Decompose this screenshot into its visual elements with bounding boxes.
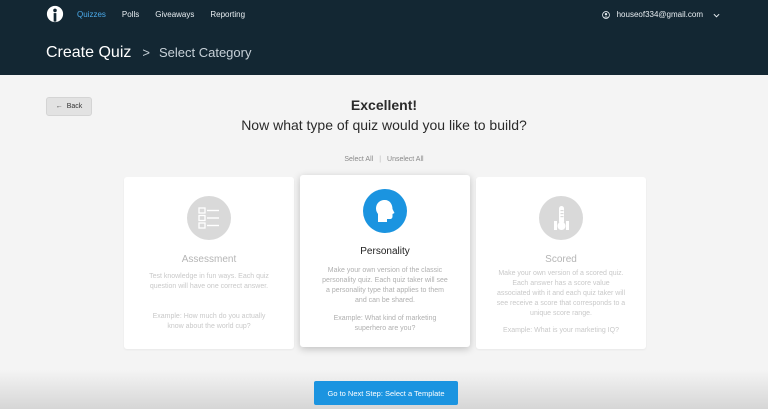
card-description: Make your own version of the classic per… (322, 267, 448, 304)
card-title: Scored (545, 254, 577, 265)
card-description: Make your own version of a scored quiz. … (496, 270, 626, 317)
user-icon (601, 11, 610, 19)
category-card-assessment[interactable]: Assessment Test knowledge in fun ways. E… (124, 177, 294, 349)
category-card-personality[interactable]: Personality Make your own version of the… (300, 175, 470, 347)
card-example: Example: How much do you actually know a… (152, 313, 266, 330)
account-menu[interactable]: houseof334@gmail.com (601, 10, 720, 20)
breadcrumb-current: Select Category (158, 45, 252, 60)
selection-divider: | (379, 156, 382, 163)
thermometer-icon (539, 196, 583, 240)
card-title: Personality (360, 246, 410, 257)
category-card-scored[interactable]: Scored Make your own version of a scored… (476, 177, 646, 349)
next-step-button[interactable]: Go to Next Step: Select a Template (314, 381, 458, 405)
card-title: Assessment (181, 254, 237, 265)
chevron-down-icon (713, 13, 720, 18)
main-nav: Quizzes Polls Giveaways Reporting (77, 10, 261, 20)
selection-links: Select All | Unselect All (0, 156, 768, 163)
heading-excellent: Excellent! (350, 97, 418, 113)
card-description: Test knowledge in fun ways. Each quiz qu… (149, 273, 269, 290)
breadcrumb: Create Quiz > Select Category (46, 44, 251, 62)
account-email: houseof334@gmail.com (616, 10, 703, 19)
checklist-icon (187, 196, 231, 240)
nav-item-giveaways[interactable]: Giveaways (155, 10, 194, 20)
top-navigation-bar: Quizzes Polls Giveaways Reporting houseo… (0, 0, 768, 75)
select-all-link[interactable]: Select All (344, 156, 373, 163)
card-example: Example: What kind of marketing superher… (333, 315, 437, 332)
nav-item-polls[interactable]: Polls (122, 10, 139, 20)
nav-item-quizzes[interactable]: Quizzes (77, 10, 106, 20)
heading-question: Now what type of quiz would you like to … (241, 117, 527, 133)
card-example: Example: What is your marketing IQ? (503, 327, 619, 334)
page-title: Create Quiz (46, 44, 132, 61)
head-profile-icon (363, 189, 407, 233)
breadcrumb-separator: > (142, 45, 150, 60)
nav-item-reporting[interactable]: Reporting (210, 10, 245, 20)
unselect-all-link[interactable]: Unselect All (387, 156, 424, 163)
brand-logo-icon[interactable] (46, 5, 64, 23)
